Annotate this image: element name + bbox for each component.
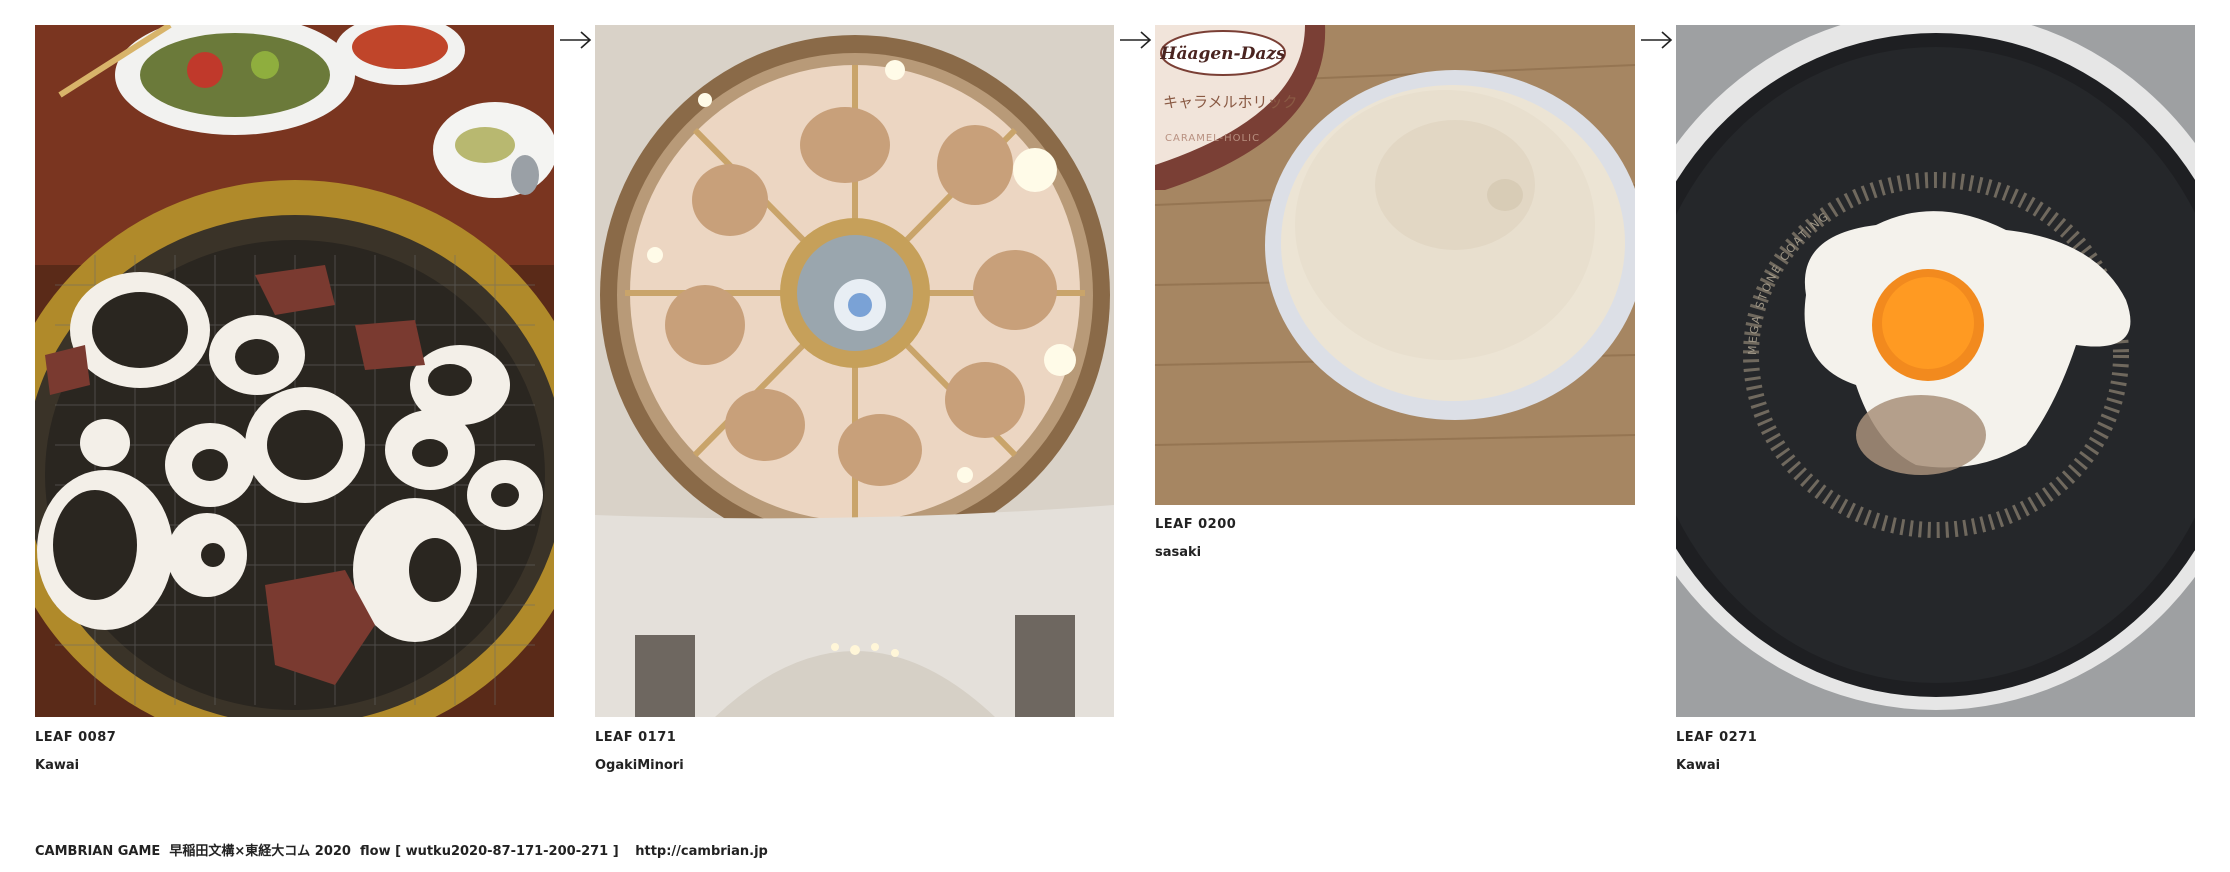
leaf-id: LEAF 0171	[595, 730, 677, 745]
baroque-dome-ceiling-photo[interactable]	[595, 25, 1114, 717]
leaf-author[interactable]: Kawai	[35, 758, 79, 773]
flavor-en-text: CARAMEL-HOLIC	[1165, 133, 1260, 144]
footer-link[interactable]: http://cambrian.jp	[635, 844, 768, 859]
arrow-right-icon	[559, 28, 593, 52]
footer-credits: CAMBRIAN GAME 早稲田文構×東経大コム 2020 flow [ wu…	[35, 844, 619, 859]
ice-cream-cup-photo[interactable]: Häagen-Dazs キャラメルホリック CARAMEL-HOLIC	[1155, 25, 1635, 505]
arrow-right-icon	[1640, 28, 1674, 52]
leaf-id: LEAF 0087	[35, 730, 117, 745]
flavor-jp-text: キャラメルホリック	[1163, 93, 1298, 111]
footer: CAMBRIAN GAME 早稲田文構×東経大コム 2020 flow [ wu…	[35, 840, 768, 859]
yakiniku-grill-photo[interactable]	[35, 25, 554, 717]
arrow-right-icon	[1119, 28, 1153, 52]
brand-logo-text: Häagen-Dazs	[1159, 44, 1286, 64]
leaf-author[interactable]: sasaki	[1155, 545, 1201, 560]
leaf-id: LEAF 0200	[1155, 517, 1237, 532]
fried-egg-pan-photo[interactable]: MEGA STONE COATING	[1676, 25, 2195, 717]
leaf-id: LEAF 0271	[1676, 730, 1758, 745]
leaf-author[interactable]: OgakiMinori	[595, 758, 684, 773]
leaf-author[interactable]: Kawai	[1676, 758, 1720, 773]
